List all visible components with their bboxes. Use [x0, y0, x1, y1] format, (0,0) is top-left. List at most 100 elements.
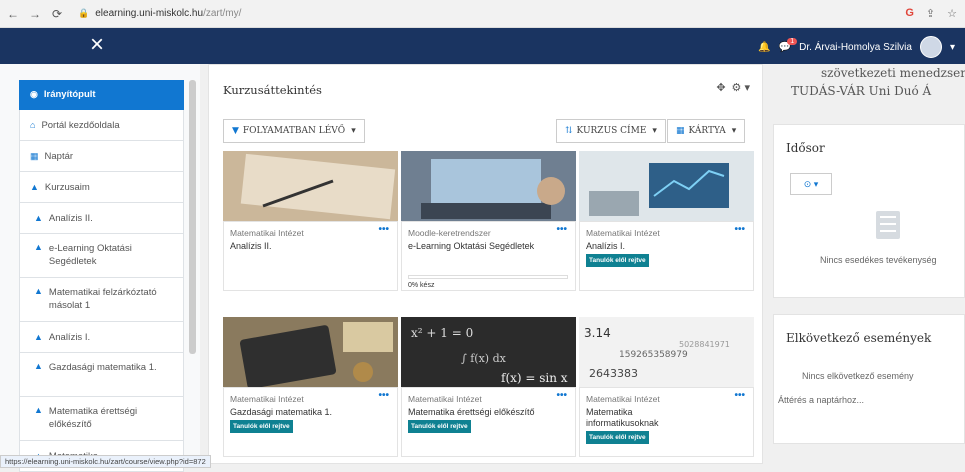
messages-icon[interactable]: 💬 1: [779, 37, 798, 53]
svg-text:159265358979: 159265358979: [619, 350, 688, 360]
course-name[interactable]: e-Learning Oktatási Segédletek: [408, 241, 534, 251]
svg-text:3.14: 3.14: [584, 326, 611, 340]
course-name[interactable]: Gazdasági matematika 1.: [230, 407, 332, 417]
notification-badge: 1: [787, 37, 798, 45]
sort-dropdown[interactable]: ⇅ KURZUS CÍME ▾: [556, 119, 666, 143]
sidebar-item-course[interactable]: ▲ Matematika érettségi előkészítő: [19, 397, 184, 441]
share-icon[interactable]: ⇪: [926, 7, 935, 20]
sidebar-item-label: Kurzusaim: [44, 181, 90, 193]
course-image[interactable]: [579, 151, 754, 221]
forward-icon[interactable]: →: [26, 7, 44, 21]
course-name[interactable]: Analízis I.: [586, 241, 625, 251]
star-icon[interactable]: ☆: [947, 7, 957, 20]
svg-text:∫ f(x) dx: ∫ f(x) dx: [461, 352, 507, 365]
course-overview-block: Kurzusáttekintés ✥ ⚙ ▾ ▼ FOLYAMATBAN LÉV…: [208, 64, 763, 464]
sidebar-item-label: Analízis II.: [48, 212, 93, 224]
calendar-icon: ▦: [30, 150, 39, 161]
filter-dropdown[interactable]: ▼ FOLYAMATBAN LÉVŐ ▾: [223, 119, 365, 143]
course-category: Matematikai Intézet: [408, 394, 482, 404]
sort-label: KURZUS CÍME: [576, 126, 647, 136]
timeline-filter-dropdown[interactable]: ⊙ ▾: [790, 173, 832, 195]
sidebar-item-label: Portál kezdőoldala: [41, 119, 120, 131]
course-image[interactable]: [401, 151, 576, 221]
sidebar-item-label: Naptár: [44, 150, 74, 162]
avatar[interactable]: [919, 36, 942, 58]
graduation-cap-icon: ▲: [34, 213, 43, 223]
chevron-down-icon: ▾: [652, 126, 657, 136]
block-text: szövetkezeti menedzser: [821, 66, 965, 80]
top-navbar: × 🔔 💬 1 Dr. Árvai-Homolya Szilvia ▾: [0, 28, 965, 64]
sidebar-item-course[interactable]: ▲ Analízis I.: [19, 322, 184, 353]
more-icon[interactable]: •••: [378, 224, 389, 235]
user-name[interactable]: Dr. Árvai-Homolya Szilvia: [799, 42, 912, 53]
graduation-cap-icon: ▲: [30, 182, 39, 192]
block-text: TUDÁS-VÁR Uni Duó Á: [791, 84, 932, 98]
more-icon[interactable]: •••: [734, 224, 745, 235]
course-category: Matematikai Intézet: [586, 394, 660, 404]
sidebar-item-dashboard[interactable]: ◉ Irányítópult: [19, 80, 184, 110]
grid-icon: ▦: [676, 126, 685, 136]
sidebar-item-course[interactable]: ▲ Matematikai felzárkóztató másolat 1: [19, 278, 184, 322]
course-card[interactable]: Matematikai Intézet ••• Gazdasági matema…: [223, 317, 398, 457]
course-image[interactable]: [223, 151, 398, 221]
sidebar-nav: ◉ Irányítópult ⌂ Portál kezdőoldala ▦ Na…: [19, 80, 184, 472]
course-image[interactable]: [223, 317, 398, 387]
hidden-badge: Tanulók elől rejtve: [408, 420, 471, 433]
progress-bar: [408, 275, 568, 279]
reload-icon[interactable]: ⟳: [48, 7, 66, 21]
course-name[interactable]: Matematika érettségi előkészítő: [408, 407, 535, 417]
course-category: Moodle-keretrendszer: [408, 228, 491, 238]
empty-message: Nincs esedékes tevékenység: [820, 255, 937, 265]
more-icon[interactable]: •••: [378, 390, 389, 401]
back-icon[interactable]: ←: [4, 7, 22, 21]
upcoming-events-block: Elkövetkező események Nincs elkövetkező …: [773, 314, 965, 444]
dashboard-icon: ◉: [30, 89, 38, 99]
block-title: Kurzusáttekintés: [223, 83, 322, 97]
sidebar-item-course[interactable]: ▲ Analízis II.: [19, 203, 184, 234]
browser-toolbar: ← → ⟳ 🔒 elearning.uni-miskolc.hu /zart/m…: [0, 0, 965, 28]
sidebar-item-label: Irányítópult: [43, 89, 96, 100]
more-icon[interactable]: •••: [556, 390, 567, 401]
course-card[interactable]: 3.14 159265358979 2643383 5028841971 Matema…: [579, 317, 754, 457]
bell-icon[interactable]: 🔔: [758, 42, 770, 53]
course-name[interactable]: Matematika informatikusoknak: [586, 407, 666, 429]
url-host: elearning.uni-miskolc.hu: [95, 8, 204, 19]
empty-message: Nincs elkövetkező esemény: [802, 371, 914, 381]
svg-text:5028841971: 5028841971: [679, 340, 730, 349]
sidebar-item-calendar[interactable]: ▦ Naptár: [19, 141, 184, 172]
document-icon: [876, 211, 900, 239]
more-icon[interactable]: •••: [556, 224, 567, 235]
sidebar-item-label: Analízis I.: [48, 331, 91, 343]
sidebar-item-label: Matematika érettségi előkészítő: [48, 406, 138, 430]
calendar-link[interactable]: Áttérés a naptárhoz...: [778, 395, 864, 405]
google-icon[interactable]: G: [905, 7, 914, 20]
sidebar-scrollbar[interactable]: [189, 80, 196, 354]
view-dropdown[interactable]: ▦ KÁRTYA ▾: [667, 119, 746, 143]
sidebar-item-my-courses[interactable]: ▲ Kurzusaim: [19, 172, 184, 203]
hidden-badge: Tanulók elől rejtve: [586, 254, 649, 267]
course-card[interactable]: Moodle-keretrendszer ••• e-Learning Okta…: [401, 151, 576, 291]
more-icon[interactable]: •••: [734, 390, 745, 401]
course-card[interactable]: Matematikai Intézet ••• Analízis II.: [223, 151, 398, 291]
block-title: Idősor: [786, 141, 825, 155]
course-name[interactable]: Analízis II.: [230, 241, 272, 251]
sidebar-item-course[interactable]: ▲ Gazdasági matematika 1.: [19, 353, 184, 397]
course-image[interactable]: x² + 1 = 0 ∫ f(x) dx f(x) = sin x: [401, 317, 576, 387]
chevron-down-icon[interactable]: ▾: [950, 42, 955, 53]
sidebar-item-home[interactable]: ⌂ Portál kezdőoldala: [19, 110, 184, 141]
lock-icon: 🔒: [78, 8, 90, 18]
view-label: KÁRTYA: [688, 126, 726, 136]
move-icon[interactable]: ✥: [716, 81, 725, 94]
graduation-cap-icon: ▲: [34, 405, 43, 415]
gear-icon[interactable]: ⚙ ▾: [732, 81, 750, 94]
course-image[interactable]: 3.14 159265358979 2643383 5028841971: [579, 317, 754, 387]
close-drawer-icon[interactable]: ×: [90, 31, 104, 59]
timeline-block: Idősor ⊙ ▾ Nincs esedékes tevékenység: [773, 124, 965, 298]
sidebar-item-label: e-Learning Oktatási Segédletek: [48, 243, 132, 267]
course-card[interactable]: x² + 1 = 0 ∫ f(x) dx f(x) = sin x Matemati…: [401, 317, 576, 457]
sort-icon: ⇅: [565, 126, 573, 136]
course-category: Matematikai Intézet: [586, 228, 660, 238]
sidebar-item-course[interactable]: ▲ e-Learning Oktatási Segédletek: [19, 234, 184, 278]
address-bar[interactable]: 🔒 elearning.uni-miskolc.hu /zart/my/: [78, 8, 241, 19]
course-card[interactable]: Matematikai Intézet ••• Analízis I. Tanul…: [579, 151, 754, 291]
